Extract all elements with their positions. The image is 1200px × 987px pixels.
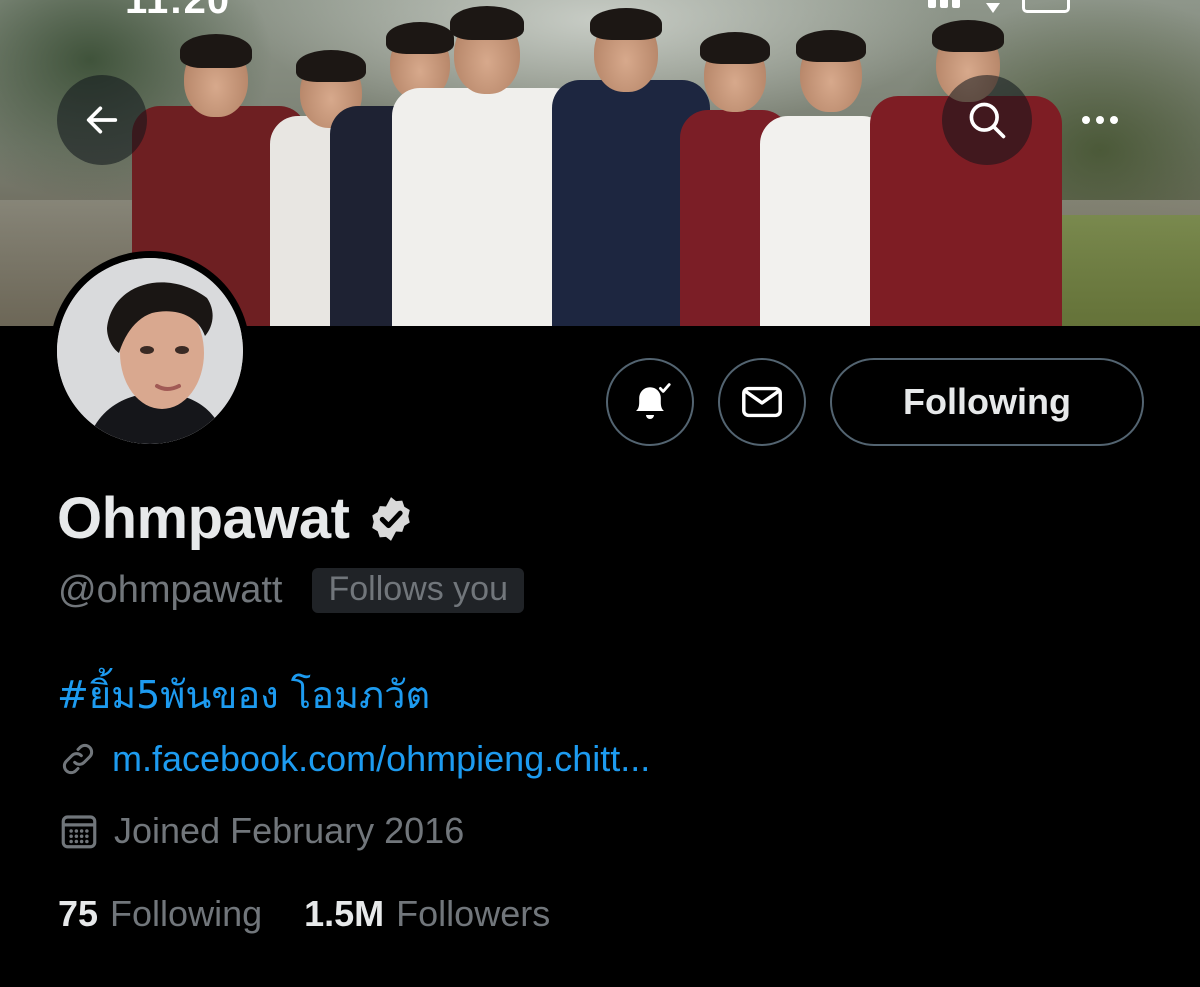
display-name-row: Ohmpawat — [57, 485, 416, 552]
message-button[interactable] — [718, 358, 806, 446]
wifi-icon — [986, 3, 1000, 13]
banner-person — [870, 16, 1062, 326]
avatar-ring — [50, 251, 250, 451]
profile-screen: 11:20 Following Ohmpawat @ohmpawatt Foll… — [0, 0, 1200, 987]
status-icons — [928, 0, 1070, 13]
search-icon — [969, 102, 1006, 139]
notifications-button[interactable] — [606, 358, 694, 446]
bell-check-icon — [636, 382, 672, 419]
handle-row: @ohmpawatt Follows you — [58, 568, 524, 613]
followers-stat[interactable]: 1.5M Followers — [304, 893, 550, 935]
bio-hashtag[interactable]: #ยิ้ม5พันของ โอมภวัต — [57, 664, 430, 725]
more-options-button[interactable] — [1060, 96, 1140, 144]
following-button[interactable]: Following — [830, 358, 1144, 446]
followers-count: 1.5M — [304, 893, 385, 934]
joined-date: Joined February 2016 — [114, 810, 465, 851]
joined-row: Joined February 2016 — [58, 810, 464, 852]
website-row: m.facebook.com/ohmpieng.chitt... — [58, 738, 650, 780]
follows-you-badge: Follows you — [312, 568, 524, 613]
verified-badge-icon[interactable] — [366, 494, 416, 544]
following-label: Following — [110, 893, 263, 934]
followers-label: Followers — [396, 893, 551, 934]
avatar-portrait — [57, 258, 243, 444]
following-stat[interactable]: 75 Following — [58, 893, 262, 935]
follow-stats: 75 Following 1.5M Followers — [58, 893, 550, 935]
signal-icon — [928, 0, 964, 13]
back-button[interactable] — [57, 75, 147, 165]
more-horizontal-icon — [1082, 116, 1090, 124]
display-name: Ohmpawat — [57, 486, 350, 551]
avatar[interactable] — [57, 258, 243, 444]
envelope-icon — [742, 386, 782, 418]
status-time: 11:20 — [125, 0, 231, 22]
arrow-left-icon — [86, 106, 118, 134]
following-count: 75 — [58, 893, 99, 934]
battery-icon — [1022, 0, 1070, 13]
search-button[interactable] — [942, 75, 1032, 165]
user-handle: @ohmpawatt — [58, 569, 283, 611]
calendar-icon — [61, 815, 97, 849]
link-icon — [62, 743, 94, 775]
website-link[interactable]: m.facebook.com/ohmpieng.chitt... — [112, 738, 650, 780]
